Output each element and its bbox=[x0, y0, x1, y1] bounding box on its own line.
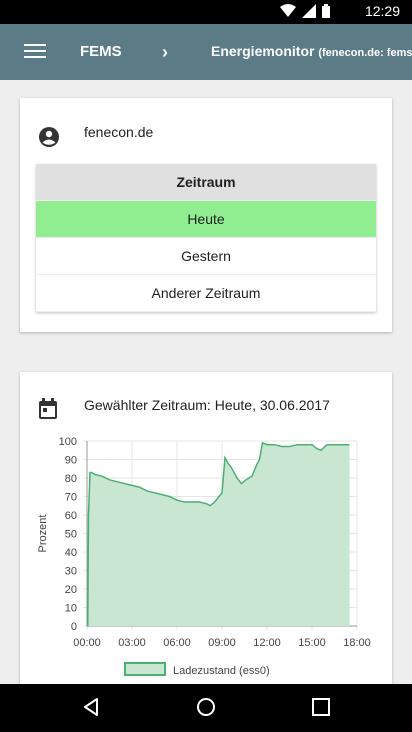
back-icon[interactable] bbox=[80, 696, 102, 718]
wifi-icon bbox=[280, 4, 296, 17]
app-toolbar: FEMS › Energiemonitor (fenecon.de: fems7… bbox=[0, 24, 412, 80]
account-card: fenecon.de Zeitraum Heute Gestern Andere… bbox=[20, 98, 392, 332]
soc-chart: 0 10 20 30 40 50 60 70 80 90 100 00:00 03:00 06:00 09:… bbox=[37, 436, 371, 677]
breadcrumb-root[interactable]: FEMS bbox=[80, 43, 122, 60]
y-tick-label: 70 bbox=[65, 492, 77, 504]
x-tick-label: 12:00 bbox=[253, 637, 281, 649]
y-tick-label: 0 bbox=[71, 621, 77, 633]
y-tick-label: 30 bbox=[65, 566, 77, 578]
y-tick-label: 40 bbox=[65, 547, 77, 559]
y-tick-label: 90 bbox=[65, 455, 77, 467]
y-tick-label: 20 bbox=[65, 584, 77, 596]
series-area bbox=[87, 442, 350, 626]
page-title-sub: (fenecon.de: fems7) bbox=[318, 47, 412, 59]
y-tick-label: 50 bbox=[65, 529, 77, 541]
x-tick-label: 18:00 bbox=[343, 637, 371, 649]
page-title: Energiemonitor (fenecon.de: fems7) bbox=[211, 43, 412, 59]
legend-swatch bbox=[124, 662, 166, 676]
chevron-right-icon: › bbox=[162, 42, 168, 62]
signal-icon bbox=[302, 4, 316, 18]
menu-icon[interactable] bbox=[24, 44, 46, 62]
page-title-main: Energiemonitor bbox=[211, 43, 315, 59]
navigation-bar bbox=[0, 684, 412, 732]
y-tick-label: 10 bbox=[65, 603, 77, 615]
status-bar: 12:29 bbox=[0, 0, 412, 24]
period-selector: Zeitraum Heute Gestern Anderer Zeitraum bbox=[36, 164, 376, 312]
period-option-today[interactable]: Heute bbox=[36, 201, 376, 238]
recents-icon[interactable] bbox=[310, 696, 332, 718]
x-tick-label: 03:00 bbox=[118, 637, 146, 649]
x-tick-label: 00:00 bbox=[73, 637, 101, 649]
battery-icon bbox=[322, 4, 330, 18]
period-header: Zeitraum bbox=[36, 164, 376, 201]
period-option-other[interactable]: Anderer Zeitraum bbox=[36, 275, 376, 312]
x-tick-label: 06:00 bbox=[163, 637, 191, 649]
period-option-yesterday[interactable]: Gestern bbox=[36, 238, 376, 275]
x-tick-label: 15:00 bbox=[298, 637, 326, 649]
account-name: fenecon.de bbox=[84, 124, 154, 140]
y-tick-label: 60 bbox=[65, 510, 77, 522]
y-tick-label: 80 bbox=[65, 473, 77, 485]
y-axis-label: Prozent bbox=[37, 515, 49, 553]
legend-label: Ladezustand (ess0) bbox=[173, 665, 270, 677]
clock: 12:29 bbox=[364, 3, 400, 19]
account-circle-icon bbox=[39, 127, 59, 147]
x-tick-label: 09:00 bbox=[208, 637, 236, 649]
chart-card: Gewählter Zeitraum: Heute, 30.06.2017 01… bbox=[20, 372, 392, 702]
home-icon[interactable] bbox=[195, 696, 217, 718]
y-tick-label: 100 bbox=[59, 436, 77, 448]
